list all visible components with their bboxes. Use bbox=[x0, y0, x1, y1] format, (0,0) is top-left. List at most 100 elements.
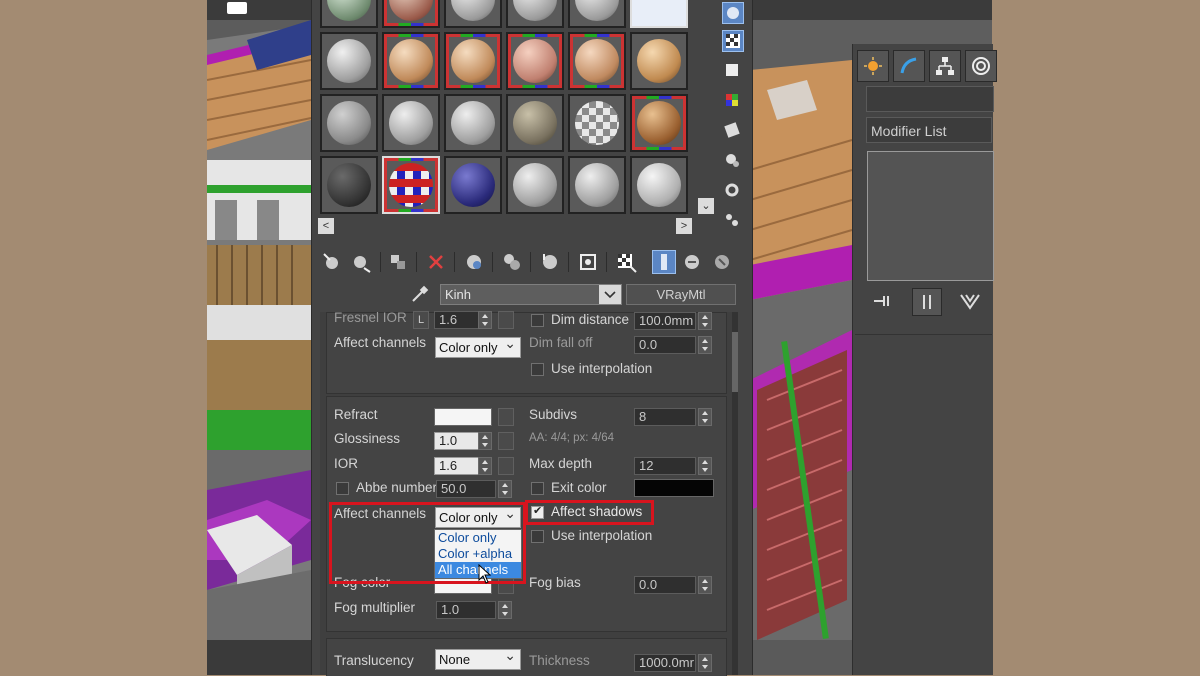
show-end-result-icon[interactable] bbox=[912, 288, 942, 316]
slots-scroll-right-icon[interactable]: > bbox=[676, 218, 692, 234]
video-color-check-icon[interactable] bbox=[722, 120, 744, 142]
get-material-icon[interactable] bbox=[320, 250, 344, 274]
put-to-library-icon[interactable] bbox=[538, 250, 562, 274]
sample-slot[interactable] bbox=[568, 156, 626, 214]
fog-multiplier-field[interactable]: 1.0 bbox=[436, 601, 496, 619]
motion-tab-icon[interactable] bbox=[965, 50, 997, 82]
dim-distance-field[interactable]: 100.0mm bbox=[634, 312, 696, 330]
translucency-dropdown[interactable]: None bbox=[435, 646, 521, 670]
exit-color-checkbox[interactable] bbox=[531, 482, 544, 495]
sample-slot[interactable] bbox=[444, 32, 502, 90]
exit-color-swatch[interactable] bbox=[634, 479, 714, 497]
max-depth-spinner[interactable] bbox=[698, 457, 712, 475]
modifier-stack[interactable] bbox=[867, 151, 994, 281]
refract-color-swatch[interactable] bbox=[434, 408, 492, 426]
put-to-scene-icon[interactable] bbox=[350, 250, 374, 274]
fog-bias-spinner[interactable] bbox=[698, 576, 712, 594]
abbe-number-checkbox[interactable] bbox=[336, 482, 349, 495]
sample-slot[interactable] bbox=[568, 0, 626, 28]
pick-material-eyedropper-icon[interactable] bbox=[410, 284, 430, 304]
go-forward-to-sibling-icon[interactable] bbox=[710, 250, 734, 274]
fog-bias-field[interactable]: 0.0 bbox=[634, 576, 696, 594]
reset-map-icon[interactable] bbox=[424, 250, 448, 274]
glossiness-field[interactable]: 1.0 bbox=[434, 432, 480, 450]
abbe-number-field[interactable]: 50.0 bbox=[436, 480, 496, 498]
dim-fall-off-field[interactable]: 0.0 bbox=[634, 336, 696, 354]
hierarchy-tab-icon[interactable] bbox=[929, 50, 961, 82]
assign-to-selection-icon[interactable] bbox=[386, 250, 410, 274]
pin-stack-icon[interactable] bbox=[868, 288, 896, 314]
make-unique-icon[interactable] bbox=[956, 288, 984, 314]
dim-distance-spinner[interactable] bbox=[698, 312, 712, 330]
make-unique-icon[interactable] bbox=[500, 250, 524, 274]
show-shaded-material-icon[interactable] bbox=[614, 250, 638, 274]
abbe-number-spinner[interactable] bbox=[498, 480, 512, 498]
backlight-icon[interactable] bbox=[722, 60, 744, 82]
dim-fall-off-spinner[interactable] bbox=[698, 336, 712, 354]
sample-slot[interactable] bbox=[568, 94, 626, 152]
material-name-dropdown[interactable]: Kinh bbox=[440, 284, 622, 305]
sample-slot[interactable] bbox=[506, 94, 564, 152]
sample-slot[interactable] bbox=[320, 156, 378, 214]
refract-map-button[interactable] bbox=[498, 408, 514, 426]
sample-slot[interactable] bbox=[630, 32, 688, 90]
refract-use-interpolation-checkbox[interactable] bbox=[531, 530, 544, 543]
sample-type-icon[interactable] bbox=[722, 2, 744, 24]
sample-slot[interactable] bbox=[506, 32, 564, 90]
slots-scroll-down-icon[interactable]: ⌄ bbox=[698, 198, 714, 214]
thickness-spinner[interactable] bbox=[698, 654, 712, 672]
fresnel-ior-map-button[interactable] bbox=[498, 311, 514, 329]
sample-slot[interactable] bbox=[630, 94, 688, 152]
options-icon[interactable] bbox=[722, 180, 744, 202]
sample-slot[interactable] bbox=[382, 32, 440, 90]
select-by-material-icon[interactable] bbox=[722, 210, 744, 232]
rollout-scrollbar[interactable] bbox=[732, 312, 738, 675]
subdivs-spinner[interactable] bbox=[698, 408, 712, 426]
make-preview-icon[interactable] bbox=[722, 150, 744, 172]
sample-slot[interactable] bbox=[320, 94, 378, 152]
glossiness-spinner[interactable] bbox=[478, 432, 492, 450]
modifier-list-dropdown[interactable]: Modifier List bbox=[866, 117, 992, 143]
dim-distance-checkbox[interactable] bbox=[531, 314, 544, 327]
sample-slot[interactable] bbox=[444, 0, 502, 28]
material-id-channel-icon[interactable] bbox=[576, 250, 600, 274]
sample-slot[interactable] bbox=[630, 156, 688, 214]
ior-map-button[interactable] bbox=[498, 457, 514, 475]
max-depth-field[interactable]: 12 bbox=[634, 457, 696, 475]
fresnel-ior-lock-button[interactable]: L bbox=[413, 311, 429, 329]
ior-spinner[interactable] bbox=[478, 457, 492, 475]
ior-field[interactable]: 1.6 bbox=[434, 457, 480, 475]
show-end-result-icon[interactable] bbox=[652, 250, 676, 274]
glossiness-map-button[interactable] bbox=[498, 432, 514, 450]
subdivs-field[interactable]: 8 bbox=[634, 408, 696, 426]
sample-slot[interactable] bbox=[382, 0, 440, 28]
slots-scroll-left-icon[interactable]: < bbox=[318, 218, 334, 234]
app-logo-icon[interactable] bbox=[227, 2, 247, 14]
sample-slot[interactable] bbox=[444, 156, 502, 214]
object-name-field[interactable] bbox=[866, 86, 994, 112]
reflect-use-interpolation-checkbox[interactable] bbox=[531, 363, 544, 376]
sample-slot[interactable] bbox=[506, 156, 564, 214]
reflect-affect-channels-dropdown[interactable]: Color only bbox=[435, 334, 521, 358]
sample-slot[interactable] bbox=[320, 32, 378, 90]
sample-slot[interactable] bbox=[506, 0, 564, 28]
sample-slot[interactable] bbox=[444, 94, 502, 152]
go-to-parent-icon[interactable] bbox=[680, 250, 704, 274]
material-type-button[interactable]: VRayMtl bbox=[626, 284, 736, 305]
modify-tab-icon[interactable] bbox=[893, 50, 925, 82]
fog-multiplier-spinner[interactable] bbox=[498, 601, 512, 619]
make-material-copy-icon[interactable] bbox=[462, 250, 486, 274]
scrollbar-thumb[interactable] bbox=[732, 332, 738, 392]
fresnel-ior-field[interactable]: 1.6 bbox=[434, 311, 480, 329]
fresnel-ior-spinner[interactable] bbox=[478, 311, 492, 329]
sample-slot[interactable] bbox=[320, 0, 378, 28]
sample-slot[interactable] bbox=[382, 156, 440, 214]
sample-slot[interactable] bbox=[382, 94, 440, 152]
thickness-field[interactable]: 1000.0mr bbox=[634, 654, 696, 672]
chevron-down-icon[interactable] bbox=[599, 285, 621, 304]
background-checker-icon[interactable] bbox=[722, 30, 744, 52]
create-tab-icon[interactable] bbox=[857, 50, 889, 82]
sample-slot[interactable] bbox=[568, 32, 626, 90]
sample-uv-tiling-icon[interactable] bbox=[722, 90, 744, 112]
sample-slot[interactable] bbox=[630, 0, 688, 28]
